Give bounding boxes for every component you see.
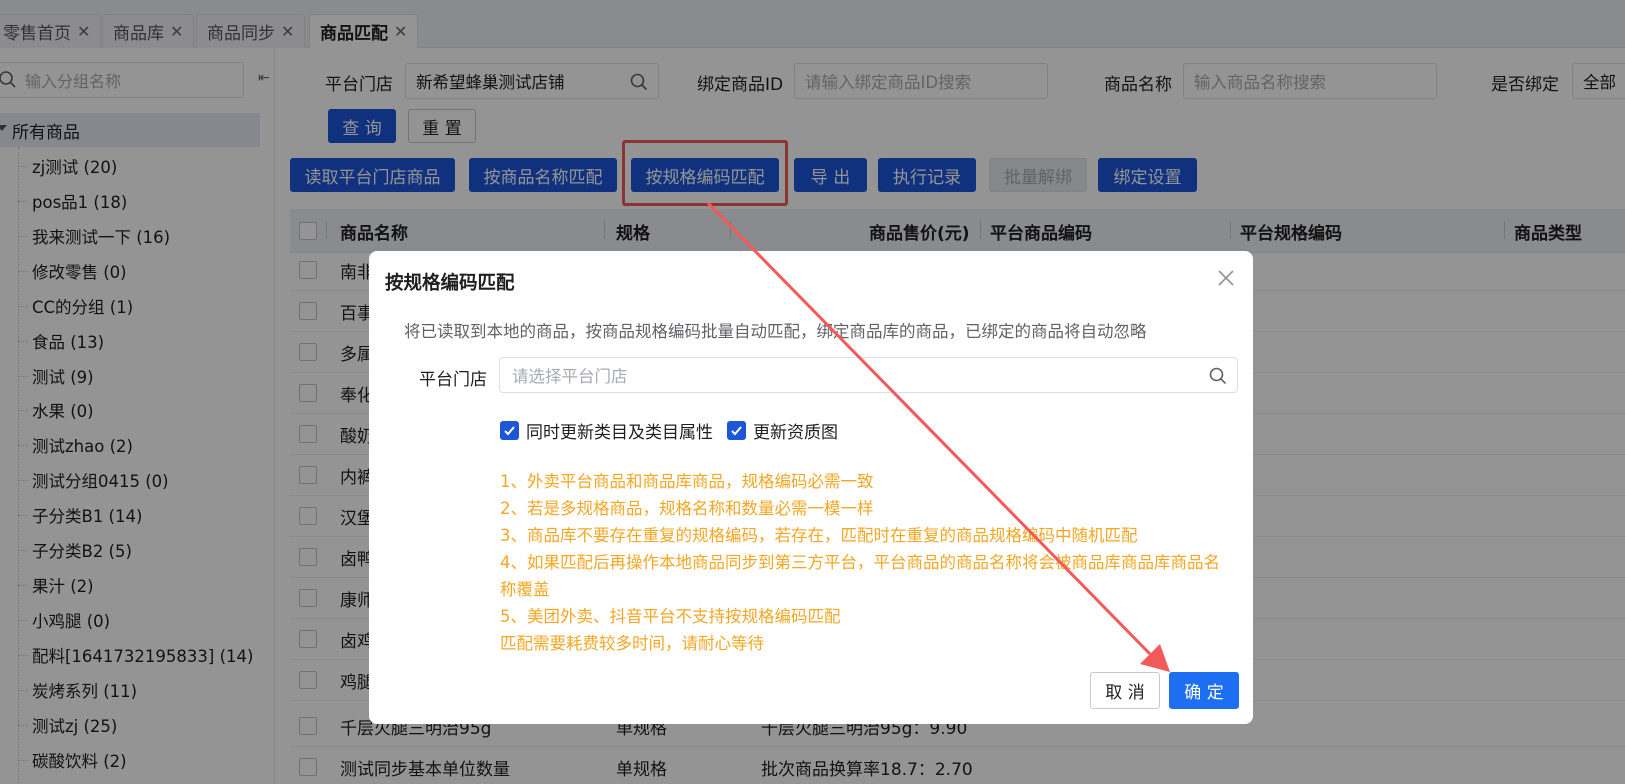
- checkbox-checked-icon[interactable]: [727, 421, 746, 440]
- search-icon[interactable]: [1209, 367, 1227, 385]
- checkbox-label: 更新资质图: [753, 423, 838, 443]
- match-by-spec-code-dialog: 按规格编码匹配 将已读取到本地的商品，按商品规格编码批量自动匹配，绑定商品库的商…: [369, 251, 1253, 724]
- dialog-store-label: 平台门店: [419, 370, 487, 390]
- note-item: 4、如果匹配后再操作本地商品同步到第三方平台，平台商品的商品名称将会被商品库商品…: [500, 553, 1220, 599]
- checkbox-checked-icon[interactable]: [500, 421, 519, 440]
- dialog-store-placeholder: 请选择平台门店: [512, 367, 628, 386]
- update-category-checkbox[interactable]: 同时更新类目及类目属性: [500, 418, 713, 443]
- close-icon[interactable]: [1217, 269, 1235, 287]
- checkbox-label: 同时更新类目及类目属性: [526, 423, 713, 443]
- cancel-button[interactable]: 取 消: [1090, 672, 1160, 709]
- note-item: 匹配需要耗费较多时间，请耐心等待: [500, 634, 764, 653]
- dialog-description: 将已读取到本地的商品，按商品规格编码批量自动匹配，绑定商品库的商品，已绑定的商品…: [404, 322, 1147, 341]
- note-item: 3、商品库不要存在重复的规格编码，若存在，匹配时在重复的商品规格编码中随机匹配: [500, 526, 1138, 545]
- note-item: 2、若是多规格商品，规格名称和数量必需一模一样: [500, 499, 874, 518]
- confirm-button[interactable]: 确 定: [1169, 672, 1239, 709]
- dialog-store-select[interactable]: 请选择平台门店: [499, 357, 1238, 393]
- dialog-title: 按规格编码匹配: [385, 273, 515, 294]
- update-qualification-image-checkbox[interactable]: 更新资质图: [727, 418, 838, 443]
- note-item: 5、美团外卖、抖音平台不支持按规格编码匹配: [500, 607, 841, 626]
- note-item: 1、外卖平台商品和商品库商品，规格编码必需一致: [500, 472, 874, 491]
- matching-notes: 1、外卖平台商品和商品库商品，规格编码必需一致 2、若是多规格商品，规格名称和数…: [500, 468, 1230, 657]
